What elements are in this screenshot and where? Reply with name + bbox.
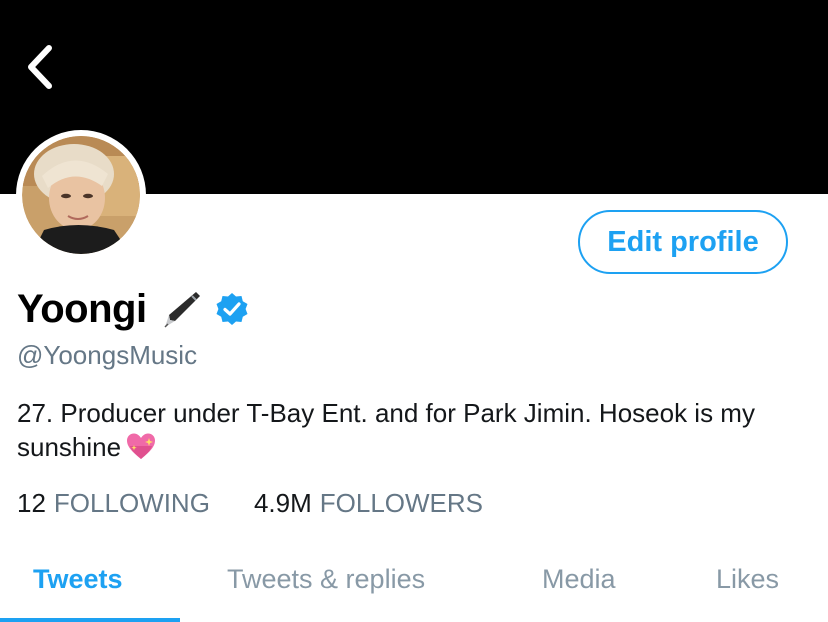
display-name: Yoongi (17, 286, 147, 331)
user-handle: @YoongsMusic (17, 340, 198, 370)
tab-likes[interactable]: Likes (716, 564, 779, 595)
tab-tweets[interactable]: Tweets (33, 564, 123, 595)
back-button[interactable] (20, 42, 60, 92)
followers-label: FOLLOWERS (319, 488, 483, 518)
chevron-left-icon (28, 45, 52, 89)
following-stat[interactable]: 12 FOLLOWING (17, 488, 210, 519)
bio: 27. Producer under T-Bay Ent. and for Pa… (17, 396, 807, 464)
avatar-photo (22, 136, 140, 254)
followers-count: 4.9M (253, 488, 312, 518)
tab-tweets-replies[interactable]: Tweets & replies (227, 564, 425, 595)
following-label: FOLLOWING (53, 488, 210, 518)
following-count: 12 (17, 488, 46, 518)
profile-stats: 12 FOLLOWING 4.9M FOLLOWERS (17, 488, 483, 519)
active-tab-indicator (0, 618, 180, 622)
sparkling-heart-icon (127, 433, 156, 459)
name-row: Yoongi (17, 284, 249, 334)
profile-tabs: Tweets Tweets & replies Media Likes (0, 548, 828, 622)
followers-stat[interactable]: 4.9M FOLLOWERS (254, 488, 483, 519)
fountain-pen-icon (164, 292, 200, 328)
tab-media[interactable]: Media (542, 564, 616, 595)
edit-profile-button[interactable]: Edit profile (578, 210, 788, 274)
verified-badge-icon (216, 293, 248, 325)
avatar[interactable] (16, 130, 146, 260)
